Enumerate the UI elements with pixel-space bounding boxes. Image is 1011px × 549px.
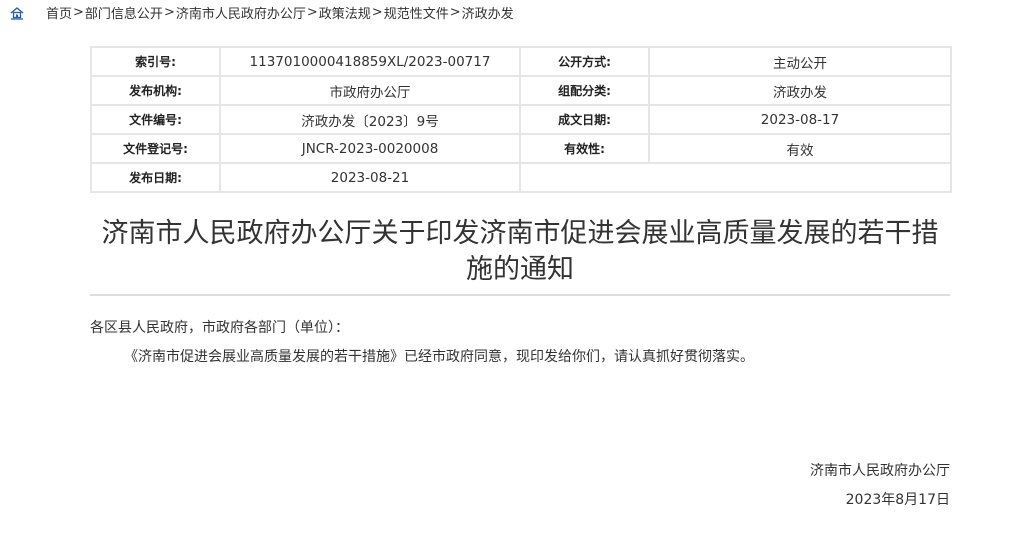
breadcrumb-separator: > bbox=[73, 4, 84, 20]
breadcrumb-home-link[interactable]: 首页 bbox=[46, 3, 72, 22]
doc-no-label: 文件编号: bbox=[90, 104, 221, 135]
index-no-value: 1137010000418859XL/2023-00717 bbox=[219, 46, 521, 77]
breadcrumb-office-link[interactable]: 济南市人民政府办公厅 bbox=[176, 3, 306, 22]
meta-empty-cell bbox=[520, 162, 952, 193]
breadcrumb-normative-docs-link[interactable]: 规范性文件 bbox=[384, 3, 449, 22]
category-value: 济政办发 bbox=[648, 75, 952, 106]
meta-row: 发布日期: 2023-08-21 bbox=[90, 162, 952, 193]
validity-value: 有效 bbox=[648, 133, 952, 164]
signature-organization: 济南市人民政府办公厅 bbox=[810, 463, 950, 479]
breadcrumb-separator: > bbox=[449, 4, 461, 20]
publish-date-value: 2023-08-21 bbox=[219, 162, 521, 193]
breadcrumb-separator: > bbox=[306, 4, 318, 20]
signature-date: 2023年8月17日 bbox=[845, 492, 950, 508]
breadcrumb: 首页 > 部门信息公开 > 济南市人民政府办公厅 > 政策法规 > 规范性文件 … bbox=[10, 3, 514, 22]
breadcrumb-separator: > bbox=[371, 4, 383, 20]
meta-row: 文件登记号: JNCR-2023-0020008 有效性: 有效 bbox=[90, 133, 952, 164]
disclosure-value: 主动公开 bbox=[648, 46, 952, 77]
meta-row: 索引号: 1137010000418859XL/2023-00717 公开方式:… bbox=[90, 46, 952, 77]
breadcrumb-dept-info-link[interactable]: 部门信息公开 bbox=[85, 3, 163, 22]
doc-no-value: 济政办发〔2023〕9号 bbox=[219, 104, 521, 135]
issuer-value: 市政府办公厅 bbox=[219, 75, 521, 106]
category-label: 组配分类: bbox=[519, 75, 650, 106]
document-paragraph: 《济南市促进会展业高质量发展的若干措施》已经市政府同意，现印发给你们，请认真抓好… bbox=[124, 349, 754, 365]
meta-row: 文件编号: 济政办发〔2023〕9号 成文日期: 2023-08-17 bbox=[90, 104, 952, 135]
title-divider bbox=[90, 294, 950, 296]
document-meta-table: 索引号: 1137010000418859XL/2023-00717 公开方式:… bbox=[90, 46, 952, 193]
written-date-value: 2023-08-17 bbox=[648, 104, 952, 135]
index-no-label: 索引号: bbox=[90, 46, 221, 77]
disclosure-label: 公开方式: bbox=[519, 46, 650, 77]
reg-no-value: JNCR-2023-0020008 bbox=[219, 133, 521, 164]
written-date-label: 成文日期: bbox=[519, 104, 650, 135]
document-salutation: 各区县人民政府，市政府各部门（单位）： bbox=[90, 320, 349, 336]
meta-row: 发布机构: 市政府办公厅 组配分类: 济政办发 bbox=[90, 75, 952, 106]
document-title: 济南市人民政府办公厅关于印发济南市促进会展业高质量发展的若干措施的通知 bbox=[101, 218, 939, 285]
publish-date-label: 发布日期: bbox=[90, 162, 221, 193]
validity-label: 有效性: bbox=[519, 133, 650, 164]
breadcrumb-separator: > bbox=[163, 4, 175, 20]
breadcrumb-policy-link[interactable]: 政策法规 bbox=[319, 3, 371, 22]
breadcrumb-jizhengbanfa-link[interactable]: 济政办发 bbox=[462, 3, 514, 22]
home-icon[interactable] bbox=[10, 6, 24, 20]
issuer-label: 发布机构: bbox=[90, 75, 221, 106]
reg-no-label: 文件登记号: bbox=[90, 133, 221, 164]
